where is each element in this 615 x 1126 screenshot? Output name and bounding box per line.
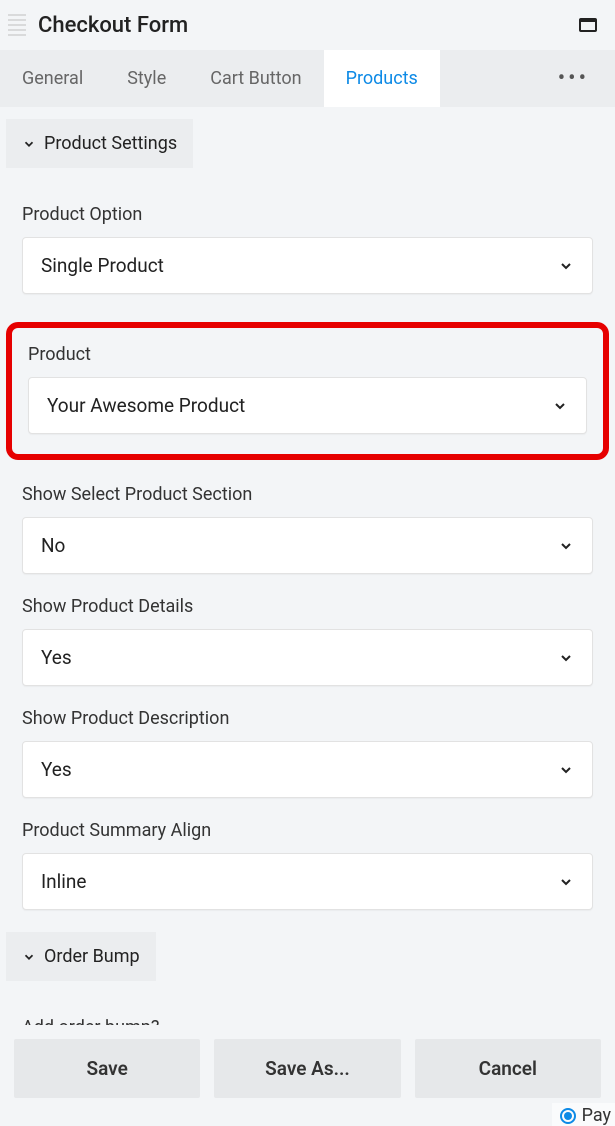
window-icon[interactable] xyxy=(579,18,597,32)
highlighted-region: Product Your Awesome Product xyxy=(6,322,609,460)
select-value: No xyxy=(41,534,65,557)
select-value: Single Product xyxy=(41,254,164,277)
field-show-product-details: Show Product Details Yes xyxy=(22,596,593,686)
field-show-select-product-section: Show Select Product Section No xyxy=(22,484,593,574)
save-button[interactable]: Save xyxy=(14,1039,200,1098)
field-label: Add order bump? xyxy=(22,1017,593,1025)
chevron-down-icon xyxy=(558,762,574,778)
field-product-summary-align: Product Summary Align Inline xyxy=(22,820,593,910)
tab-products[interactable]: Products xyxy=(324,50,440,107)
save-as-button[interactable]: Save As... xyxy=(214,1039,400,1098)
chevron-down-icon xyxy=(558,650,574,666)
select-product-option[interactable]: Single Product xyxy=(22,237,593,294)
cancel-button[interactable]: Cancel xyxy=(415,1039,601,1098)
tab-bar: General Style Cart Button Products ••• xyxy=(0,50,615,107)
select-product[interactable]: Your Awesome Product xyxy=(28,377,587,434)
product-settings-body-2: Show Select Product Section No Show Prod… xyxy=(0,466,615,920)
select-value: Yes xyxy=(41,758,72,781)
field-label: Product Summary Align xyxy=(22,820,593,841)
chevron-down-icon xyxy=(552,398,568,414)
field-show-product-description: Show Product Description Yes xyxy=(22,708,593,798)
panel-title: Checkout Form xyxy=(38,13,567,38)
panel-footer: Save Save As... Cancel xyxy=(0,1025,615,1126)
select-product-summary-align[interactable]: Inline xyxy=(22,853,593,910)
section-header-product-settings[interactable]: Product Settings xyxy=(6,119,193,168)
tab-cart-button[interactable]: Cart Button xyxy=(188,50,323,107)
select-value: Inline xyxy=(41,870,86,893)
section-header-order-bump[interactable]: Order Bump xyxy=(6,932,156,981)
field-label: Product xyxy=(28,344,587,365)
chevron-down-icon xyxy=(22,137,36,151)
settings-panel: Checkout Form General Style Cart Button … xyxy=(0,0,615,1126)
select-value: Yes xyxy=(41,646,72,669)
chevron-down-icon xyxy=(558,538,574,554)
radio-selected-icon xyxy=(560,1108,576,1124)
peek-text: Pay xyxy=(582,1105,611,1126)
field-add-order-bump: Add order bump? No xyxy=(22,1017,593,1025)
product-settings-body: Product Option Single Product xyxy=(0,174,615,304)
form-area: Product Settings Product Option Single P… xyxy=(0,107,615,1025)
select-value: Your Awesome Product xyxy=(47,394,245,417)
section-title: Order Bump xyxy=(44,946,140,967)
select-show-product-details[interactable]: Yes xyxy=(22,629,593,686)
field-label: Show Product Description xyxy=(22,708,593,729)
order-bump-body: Add order bump? No xyxy=(0,987,615,1025)
select-show-product-description[interactable]: Yes xyxy=(22,741,593,798)
field-label: Show Product Details xyxy=(22,596,593,617)
tab-style[interactable]: Style xyxy=(105,50,188,107)
tab-general[interactable]: General xyxy=(0,50,105,107)
select-show-select-product-section[interactable]: No xyxy=(22,517,593,574)
field-label: Product Option xyxy=(22,204,593,225)
background-content-peek: Pay xyxy=(552,1103,615,1126)
field-label: Show Select Product Section xyxy=(22,484,593,505)
chevron-down-icon xyxy=(22,950,36,964)
panel-header: Checkout Form xyxy=(0,0,615,50)
field-product-option: Product Option Single Product xyxy=(22,204,593,294)
chevron-down-icon xyxy=(558,874,574,890)
section-title: Product Settings xyxy=(44,133,177,154)
drag-handle-icon[interactable] xyxy=(8,12,26,38)
field-product: Product Your Awesome Product xyxy=(28,344,587,434)
chevron-down-icon xyxy=(558,258,574,274)
tab-more[interactable]: ••• xyxy=(532,50,615,107)
